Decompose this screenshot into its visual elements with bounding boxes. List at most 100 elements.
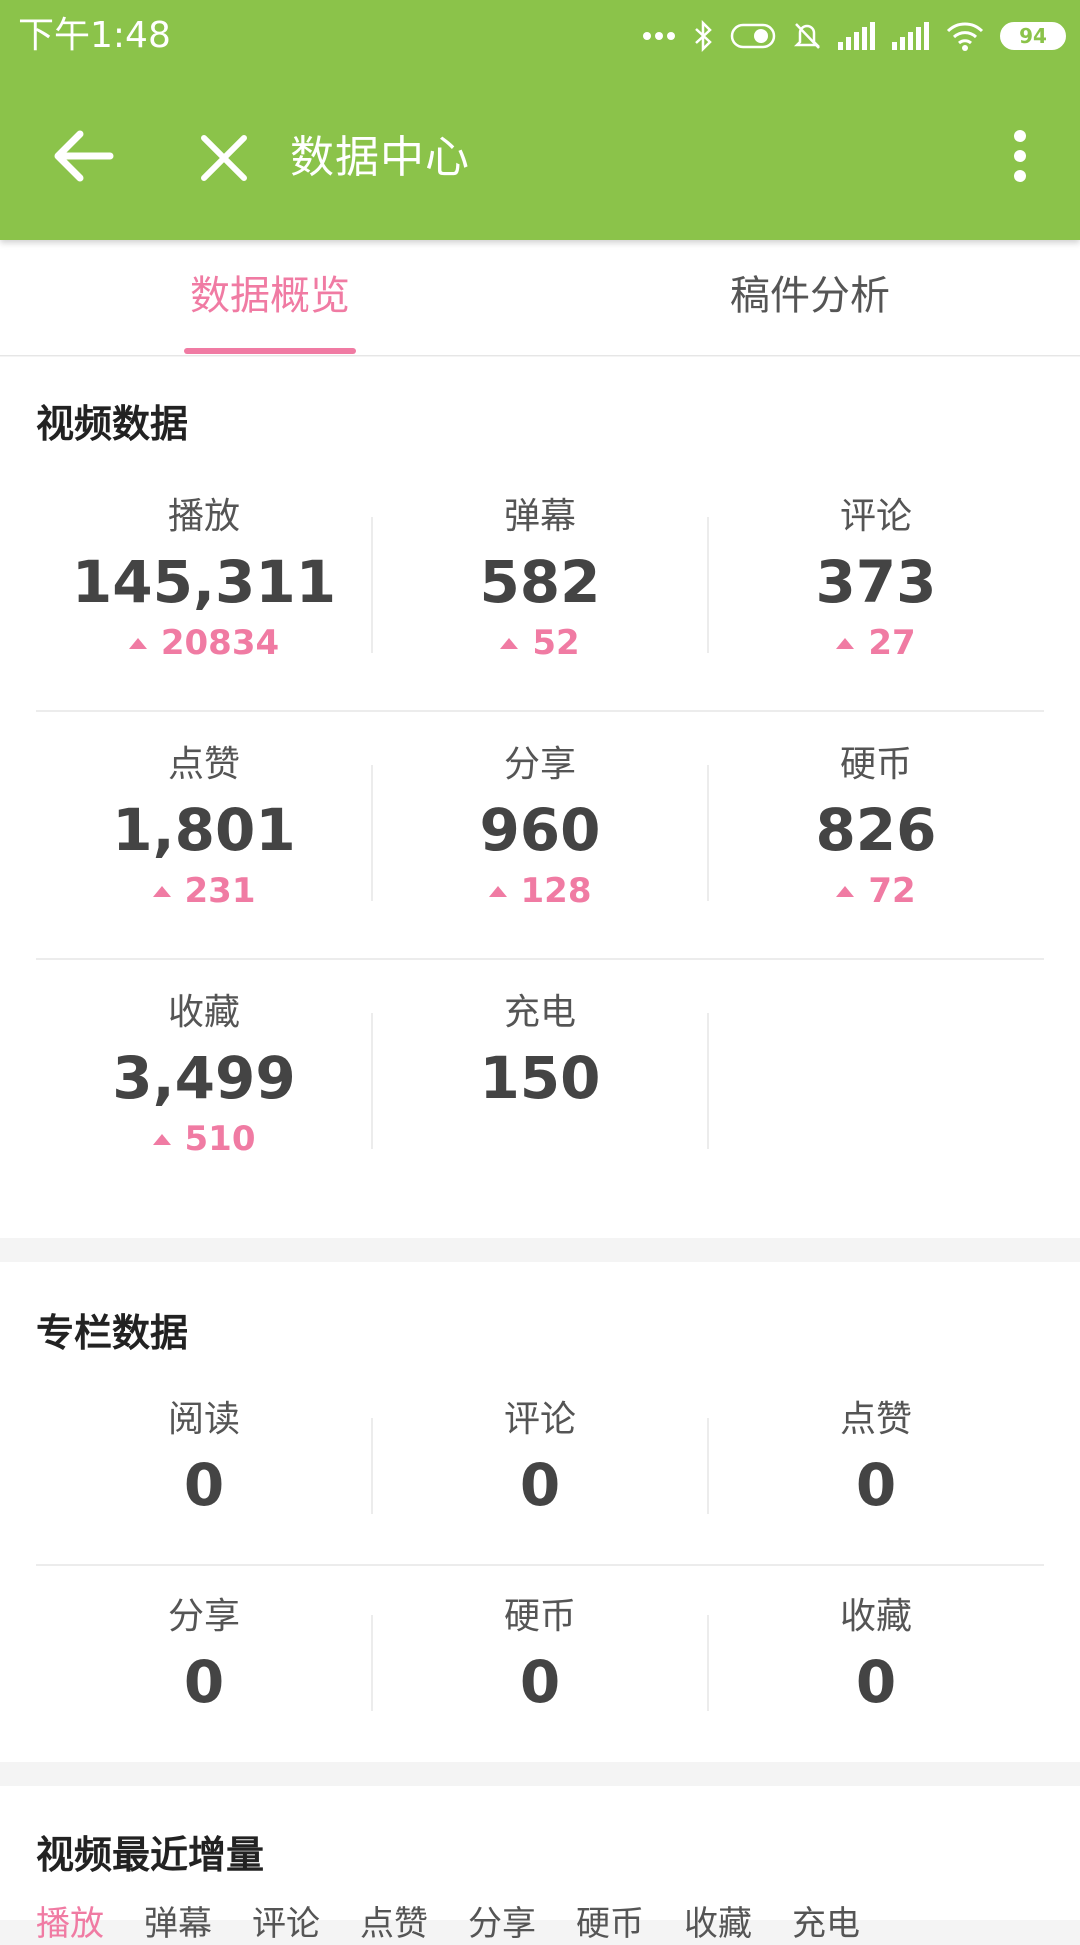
stat-value: 0: [519, 1648, 561, 1716]
increase-tab[interactable]: 充电: [792, 1896, 860, 1945]
stat-label: 硬币: [839, 744, 912, 785]
divider: [36, 1564, 1044, 1566]
stat-share[interactable]: 分享 0: [36, 1595, 372, 1717]
stat-like[interactable]: 点赞 0: [708, 1398, 1044, 1520]
recent-increase-tabs: 播放 弹幕 评论 点赞 分享 硬币 收藏 充电: [36, 1896, 860, 1945]
stat-value: 960: [479, 796, 601, 864]
signal-icon: [838, 22, 876, 50]
increase-tab[interactable]: 点赞: [360, 1896, 428, 1945]
stat-value: 0: [183, 1451, 225, 1519]
divider: [371, 1013, 373, 1149]
video-row-2: 点赞 1,801 231 分享 960 128 硬币 826 72: [0, 743, 1080, 913]
stat-delta-value: 27: [868, 623, 916, 663]
mute-icon: [792, 20, 822, 52]
up-triangle-icon: [500, 637, 519, 649]
divider: [371, 517, 373, 653]
divider: [707, 765, 709, 901]
tab-bar: 数据概览 稿件分析: [0, 240, 1080, 356]
stat-label: 阅读: [167, 1399, 240, 1440]
video-row-3: 收藏 3,499 510 充电 150: [0, 991, 1080, 1161]
stat-favorite[interactable]: 收藏 0: [708, 1595, 1044, 1717]
app-header: 下午1:48 94 数据中心: [0, 0, 1080, 240]
stat-delta-value: 72: [868, 871, 916, 911]
stat-value: 0: [183, 1648, 225, 1716]
stat-play[interactable]: 播放 145,311 20834: [36, 495, 372, 663]
stat-coin[interactable]: 硬币 0: [372, 1595, 708, 1717]
divider: [707, 1615, 709, 1711]
stat-label: 评论: [503, 1399, 576, 1440]
stat-comment[interactable]: 评论 0: [372, 1398, 708, 1520]
video-row-1: 播放 145,311 20834 弹幕 582 52 评论 373 27: [0, 495, 1080, 665]
stat-delta: 20834: [128, 623, 280, 663]
divider: [707, 1418, 709, 1514]
stat-value: 1,801: [112, 796, 296, 864]
signal-icon: [892, 22, 930, 50]
stat-label: 点赞: [839, 1399, 912, 1440]
stat-label: 点赞: [167, 744, 240, 785]
stat-comment[interactable]: 评论 373 27: [708, 495, 1044, 663]
stat-label: 播放: [167, 496, 240, 537]
up-triangle-icon: [152, 885, 171, 897]
stat-delta: 72: [836, 871, 916, 911]
stat-danmaku[interactable]: 弹幕 582 52: [372, 495, 708, 663]
column-row-2: 分享 0 硬币 0 收藏 0: [0, 1595, 1080, 1717]
stat-delta-value: 128: [520, 871, 592, 911]
stat-value: 3,499: [112, 1044, 296, 1112]
bluetooth-icon: [692, 20, 714, 52]
stat-value: 826: [815, 796, 937, 864]
tab-manuscript-analysis[interactable]: 稿件分析: [540, 240, 1080, 356]
divider: [36, 710, 1044, 712]
video-data-card: 视频数据 播放 145,311 20834 弹幕 582 52 评论 373 2…: [0, 357, 1080, 1238]
column-row-1: 阅读 0 评论 0 点赞 0: [0, 1398, 1080, 1520]
tab-indicator: [184, 348, 356, 354]
close-icon[interactable]: [196, 130, 252, 186]
divider: [371, 1615, 373, 1711]
stat-value: 145,311: [71, 548, 337, 616]
stat-value: 150: [479, 1044, 601, 1112]
stat-label: 评论: [839, 496, 912, 537]
up-triangle-icon: [836, 885, 855, 897]
stat-label: 收藏: [167, 992, 240, 1033]
increase-tab[interactable]: 播放: [36, 1896, 104, 1945]
stat-coin[interactable]: 硬币 826 72: [708, 743, 1044, 911]
column-data-title: 专栏数据: [36, 1311, 189, 1355]
up-triangle-icon: [836, 637, 855, 649]
battery-icon: 94: [1000, 22, 1066, 50]
stat-read[interactable]: 阅读 0: [36, 1398, 372, 1520]
wifi-icon: [946, 21, 984, 51]
up-triangle-icon: [488, 885, 507, 897]
increase-tab[interactable]: 收藏: [684, 1896, 752, 1945]
more-dots-icon: [642, 31, 676, 41]
page-title: 数据中心: [290, 132, 470, 183]
toggle-icon: [730, 23, 776, 49]
increase-tab[interactable]: 分享: [468, 1896, 536, 1945]
increase-tab[interactable]: 硬币: [576, 1896, 644, 1945]
stat-share[interactable]: 分享 960 128: [372, 743, 708, 911]
divider: [36, 958, 1044, 960]
status-time: 下午1:48: [18, 15, 171, 56]
increase-tab[interactable]: 评论: [252, 1896, 320, 1945]
stat-favorite[interactable]: 收藏 3,499 510: [36, 991, 372, 1159]
divider: [371, 765, 373, 901]
stat-like[interactable]: 点赞 1,801 231: [36, 743, 372, 911]
tab-overview[interactable]: 数据概览: [0, 240, 540, 356]
stat-delta: 52: [500, 623, 580, 663]
increase-tab[interactable]: 弹幕: [144, 1896, 212, 1945]
stat-delta-value: 20834: [160, 623, 280, 663]
stat-delta-value: 52: [532, 623, 580, 663]
stat-label: 硬币: [503, 1596, 576, 1637]
stat-label: 收藏: [839, 1596, 912, 1637]
stat-delta-value: 510: [184, 1119, 256, 1159]
stat-delta: 510: [152, 1119, 256, 1159]
stat-label: 弹幕: [503, 496, 576, 537]
up-triangle-icon: [128, 637, 147, 649]
divider: [371, 1418, 373, 1514]
stat-label: 分享: [503, 744, 576, 785]
stat-value: 0: [855, 1451, 897, 1519]
stat-value: 373: [815, 548, 937, 616]
stat-label: 分享: [167, 1596, 240, 1637]
divider: [707, 517, 709, 653]
stat-charge[interactable]: 充电 150: [372, 991, 708, 1113]
more-vert-icon[interactable]: [1002, 126, 1038, 186]
back-arrow-icon[interactable]: [50, 126, 118, 186]
